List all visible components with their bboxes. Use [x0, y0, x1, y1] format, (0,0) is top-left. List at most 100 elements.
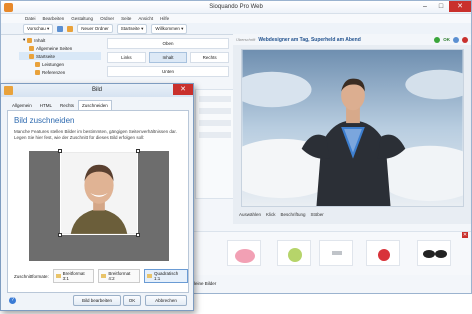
format-icon [147, 274, 152, 278]
content-panel: Überschrift Webdesigner am Tag, Superhel… [233, 34, 471, 224]
heading-label: Überschrift [236, 37, 256, 42]
edit-icon[interactable] [453, 36, 459, 43]
glasses-icon [423, 250, 447, 258]
window-controls: – □ ✕ [417, 1, 471, 12]
start-page-dropdown[interactable]: Startseite ▾ [116, 23, 148, 34]
tree-item-label: Referenzen [42, 69, 66, 75]
tree-item-label: Startseite [36, 53, 56, 59]
crop-handle[interactable] [58, 149, 62, 153]
welcome-dropdown[interactable]: Willkommen ▾ [151, 23, 188, 34]
link-button[interactable]: Klick [266, 212, 276, 217]
crop-handle[interactable] [58, 233, 62, 237]
start-page-label: Startseite [120, 25, 140, 31]
screws-icon [332, 251, 342, 255]
menu-datei[interactable]: Datei [25, 16, 36, 21]
portrait-photo[interactable] [60, 151, 138, 235]
hero-image[interactable] [241, 49, 464, 207]
element-placeholder[interactable] [199, 120, 231, 126]
tree-item-label: Inhalt [34, 37, 46, 43]
tree-item-label: Allgemeine Seiten [36, 45, 73, 51]
format-label: Breitformat 4:2 [108, 271, 131, 281]
title-bar: Sioquando Pro Web – □ ✕ [1, 1, 471, 14]
thumbnail-apple[interactable] [277, 240, 311, 266]
select-image-button[interactable]: Auswählen [239, 212, 261, 217]
element-list [195, 89, 235, 199]
layout-left[interactable]: Links [107, 52, 146, 63]
tab-rechts[interactable]: Rechts [56, 100, 78, 110]
menu-bar: Datei Bearbeiten Gestaltung Ordner Seite… [1, 14, 471, 23]
tree-item-allgemeine-seiten[interactable]: Allgemeine Seiten [19, 44, 101, 52]
thumbnail-screws[interactable] [319, 240, 353, 266]
crop-panel: Bild zuschneiden Manche Features stellen… [7, 110, 189, 293]
format-3-1[interactable]: Breitformat 3:1 [52, 269, 95, 283]
dialog-tabs: Allgemein HTML Rechts Zuschneiden [1, 97, 193, 110]
format-label: Quadratisch 1:1 [153, 271, 179, 281]
menu-ansicht[interactable]: Ansicht [138, 16, 153, 21]
minimize-button[interactable]: – [417, 1, 433, 12]
dialog-close-button[interactable]: ✕ [173, 84, 193, 95]
tab-small-images[interactable]: Kleine Bilder [191, 281, 216, 286]
thumbnail-ball[interactable] [366, 240, 400, 266]
crop-heading: Bild zuschneiden [14, 116, 75, 125]
menu-ordner[interactable]: Ordner [100, 16, 114, 21]
crop-canvas[interactable] [29, 149, 169, 261]
crop-formats: Zuschnittformate: Breitformat 3:1 Breitf… [14, 269, 188, 283]
layout-bottom[interactable]: Unten [107, 66, 229, 77]
image-toolbar: Auswählen Klick Beschriftung Stöber [233, 208, 471, 220]
tree-item-inhalt[interactable]: ▾ Inhalt [19, 36, 101, 44]
element-placeholder[interactable] [199, 108, 231, 114]
tab-allgemein[interactable]: Allgemein [8, 100, 36, 110]
caption-button[interactable]: Beschriftung [281, 212, 306, 217]
gallery-close-icon[interactable]: ✕ [462, 232, 468, 238]
format-4-2[interactable]: Breitformat 4:2 [98, 269, 141, 283]
close-button[interactable]: ✕ [449, 1, 471, 12]
check-icon[interactable] [434, 36, 441, 43]
tab-zuschneiden[interactable]: Zuschneiden [78, 100, 112, 110]
help-icon[interactable]: ? [9, 297, 16, 304]
format-icon [55, 274, 61, 278]
preview-button[interactable]: Vorschau ▾ [23, 23, 54, 34]
menu-bearbeiten[interactable]: Bearbeiten [43, 16, 65, 21]
dialog-title: Bild [91, 87, 102, 93]
tree-item-startseite[interactable]: Startseite [19, 52, 101, 60]
delete-icon[interactable] [462, 36, 468, 43]
crop-handle[interactable] [136, 149, 140, 153]
folder-icon[interactable] [67, 25, 74, 32]
thumbnail-glasses[interactable] [417, 240, 451, 266]
tree-item-referenzen[interactable]: Referenzen [19, 68, 101, 76]
page-icon [35, 61, 40, 67]
expand-icon[interactable]: ▾ [23, 37, 25, 43]
crop-handle[interactable] [136, 233, 140, 237]
refresh-icon[interactable] [57, 25, 64, 32]
menu-gestaltung[interactable]: Gestaltung [71, 16, 93, 21]
layout-content[interactable]: Inhalt [148, 52, 188, 63]
maximize-button[interactable]: □ [433, 1, 449, 12]
format-label: Breitformat 3:1 [62, 271, 85, 281]
menu-seite[interactable]: Seite [121, 16, 131, 21]
new-folder-label: Neuer Ordner [81, 26, 109, 31]
element-placeholder[interactable] [199, 96, 231, 102]
welcome-label: Willkommen [155, 25, 180, 31]
tree-item-leistungen[interactable]: Leistungen [19, 60, 101, 68]
ok-button[interactable]: OK [123, 295, 141, 306]
crop-description: Manche Features stellen Bilder im bestim… [14, 129, 177, 140]
image-gallery: ✕ [191, 231, 471, 275]
headline-text[interactable]: Webdesigner am Tag, Superheld am Abend [258, 37, 431, 43]
browse-button[interactable]: Stöber [311, 212, 324, 217]
edit-image-button[interactable]: Bild bearbeiten [73, 295, 121, 306]
menu-hilfe[interactable]: Hilfe [160, 16, 169, 21]
new-folder-button[interactable]: Neuer Ordner [77, 24, 113, 33]
thumbnail-piggy-bank[interactable] [227, 240, 261, 266]
preview-label: Vorschau [27, 25, 46, 31]
layout-top[interactable]: Oben [107, 38, 229, 49]
gallery-tabs: Kleine Bilder [191, 278, 216, 288]
format-1-1[interactable]: Quadratisch 1:1 [144, 269, 188, 283]
layout-right[interactable]: Rechts [190, 52, 230, 63]
cancel-button[interactable]: Abbrechen [145, 295, 187, 306]
content-header: Überschrift Webdesigner am Tag, Superhel… [233, 34, 471, 45]
folder-icon [27, 37, 33, 43]
element-placeholder[interactable] [199, 132, 231, 138]
dialog-footer: ? Bild bearbeiten OK Abbrechen [1, 292, 193, 310]
ok-button[interactable]: OK [443, 37, 450, 42]
tab-html[interactable]: HTML [36, 100, 56, 110]
